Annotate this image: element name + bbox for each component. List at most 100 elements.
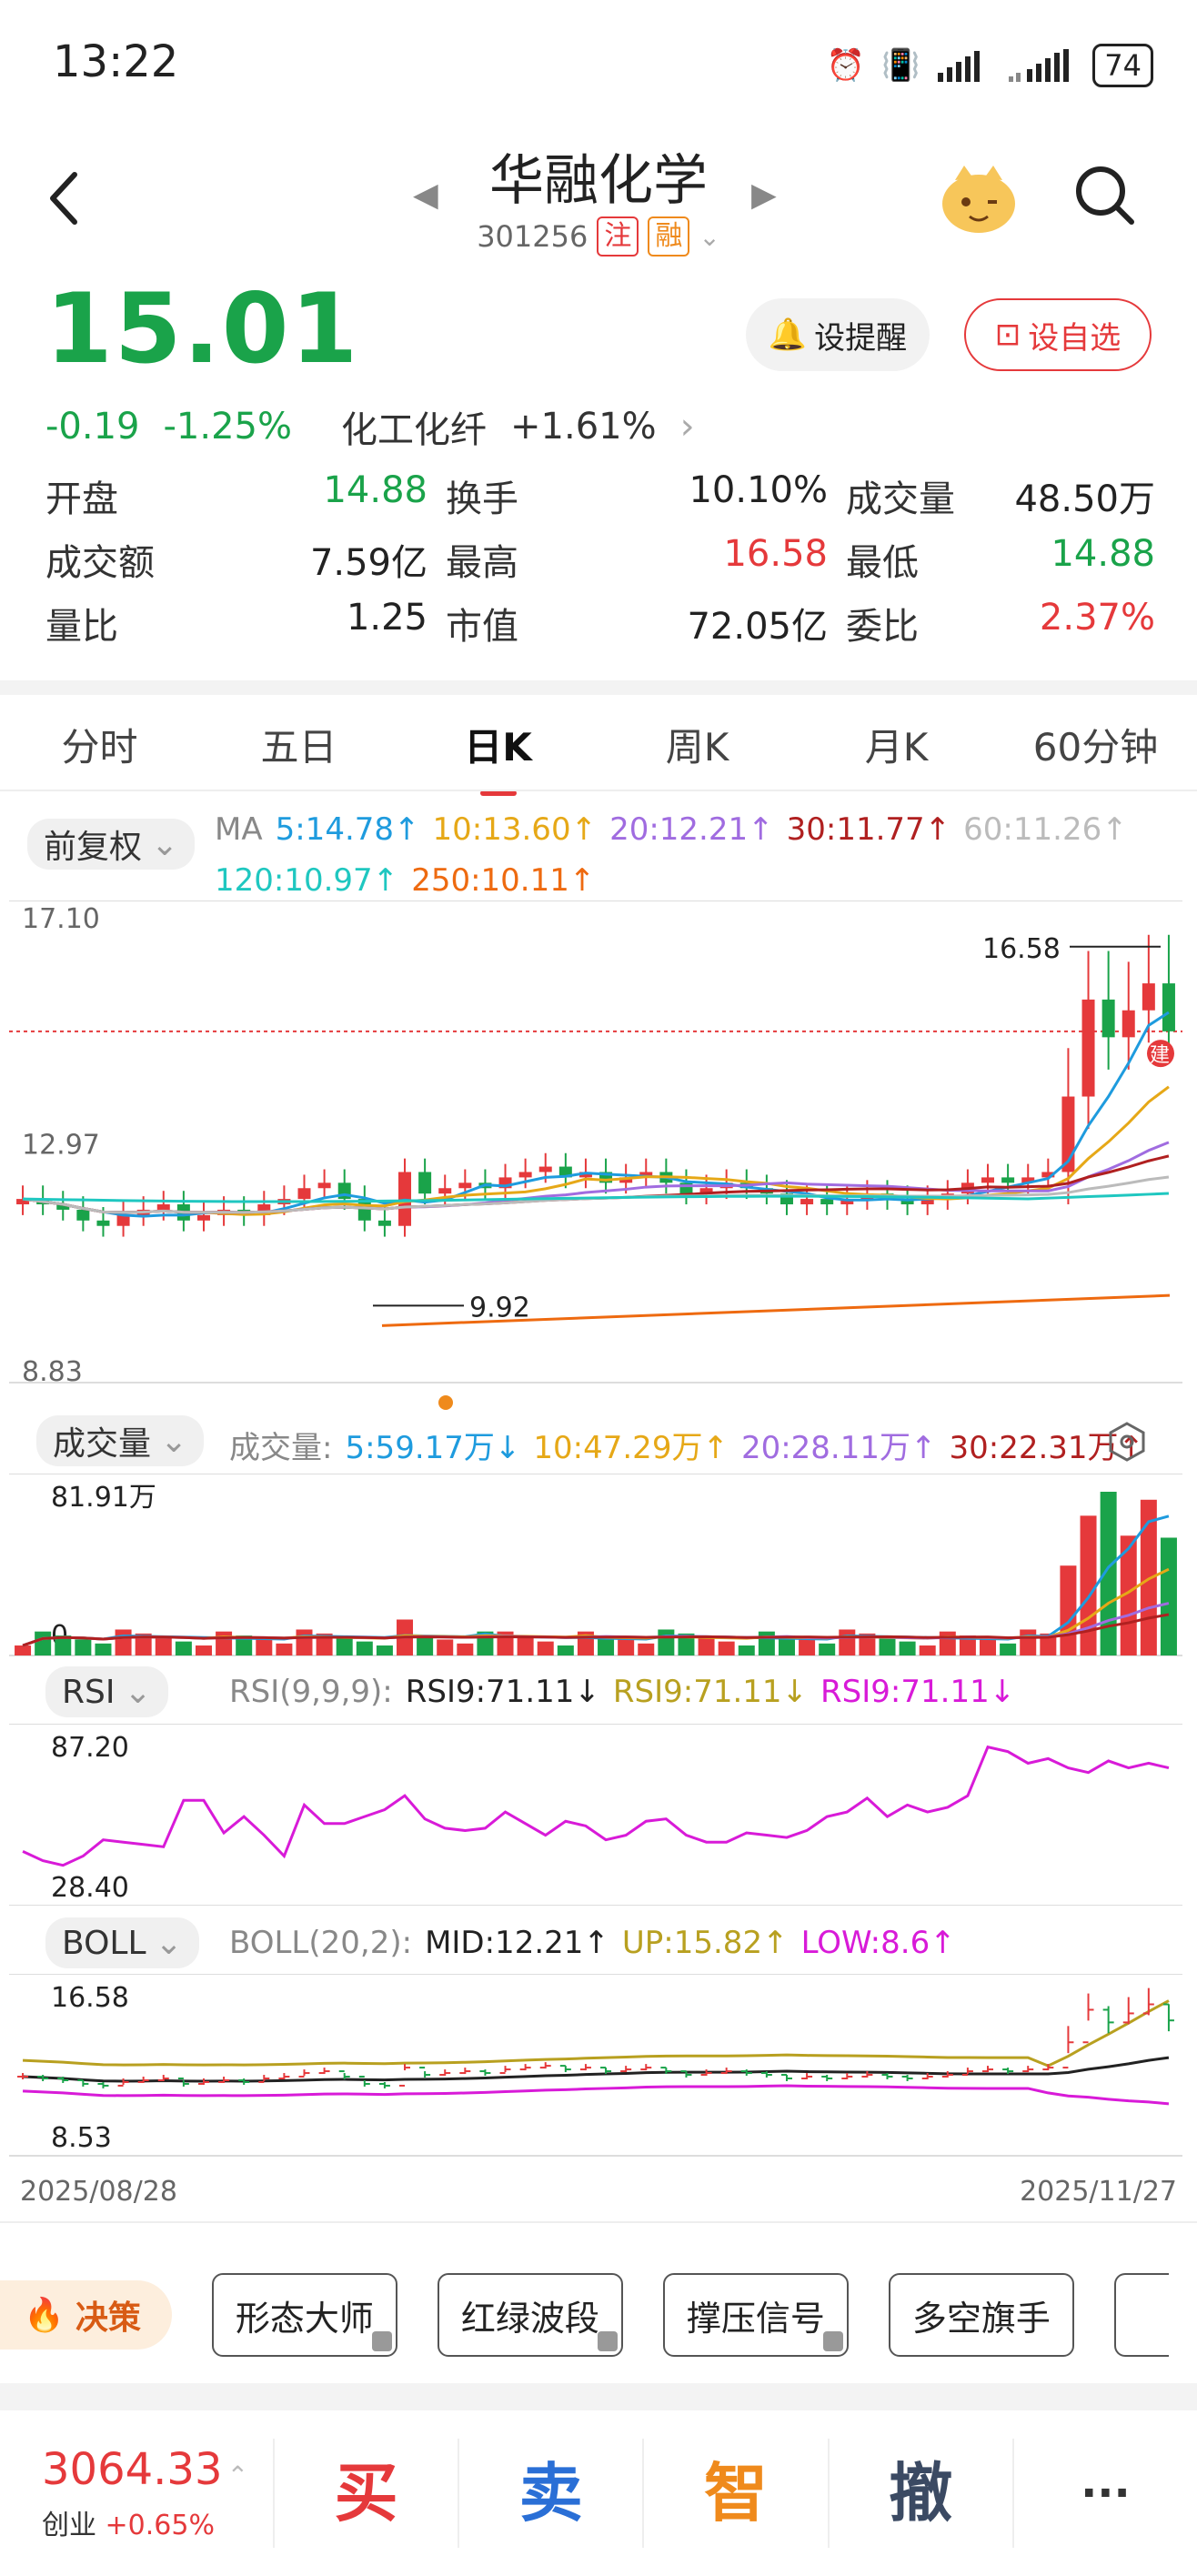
volume-bar (879, 1637, 896, 1655)
strategy-button-longshort[interactable]: 多空旗手 (888, 2273, 1074, 2357)
volume-bar (276, 1643, 293, 1655)
kline-chart[interactable]: 17.10 12.97 8.83 16.58 9.92 建 (0, 901, 1197, 1410)
boll-line (22, 2084, 1170, 2106)
adjust-selector[interactable]: 前复权 ⌄ (27, 819, 196, 870)
legend-item: LOW:8.6↑ (800, 1925, 956, 1961)
tab-0[interactable]: 分时 (0, 717, 199, 772)
quote-label: 最低 (846, 542, 919, 584)
quote-value: 14.88 (1051, 533, 1155, 575)
rsi-line (22, 1745, 1170, 1867)
bell-icon: 🔔 (768, 317, 808, 353)
volume-bar (457, 1643, 474, 1655)
tab-2[interactable]: 日K (398, 717, 598, 796)
chevron-down-icon[interactable]: ⌄ (699, 222, 719, 252)
signal2-icon (1009, 49, 1070, 82)
candle (538, 1166, 552, 1172)
ma-legend: MA 5:14.78↑ 10:13.60↑ 20:12.21↑ 30:11.77↑ 60:… (215, 811, 1179, 899)
volume-chart[interactable]: 81.91万0 (0, 1474, 1197, 1665)
volume-y-top: 81.91万 (51, 1482, 156, 1514)
add-favorite-button[interactable]: ⊡ 设自选 (964, 298, 1152, 371)
quote-label: 成交额 (45, 542, 155, 584)
flame-icon: 🔥 (24, 2297, 65, 2334)
volume-ma-line (22, 1567, 1170, 1647)
volume-bar (618, 1639, 635, 1655)
tab-3[interactable]: 周K (598, 717, 797, 772)
candle (196, 1214, 210, 1221)
candle (1162, 983, 1175, 1031)
volume-bar (15, 1645, 32, 1655)
sell-button[interactable]: 卖 (458, 2439, 642, 2548)
status-icons: ⏰ 📳 74 (827, 44, 1153, 87)
legend-item: 20:28.11万↑ (740, 1430, 937, 1466)
volume-bar (1160, 1537, 1177, 1655)
strategy-button-support[interactable]: 撑压信号 (662, 2273, 849, 2357)
volume-selector[interactable]: 成交量 ⌄ (36, 1415, 205, 1466)
candle (156, 1204, 170, 1210)
legend-item: UP:15.82↑ (621, 1925, 789, 1961)
quote-value: 16.58 (723, 533, 828, 575)
rsi-chart[interactable]: 87.20 28.40 (0, 1724, 1197, 1906)
strategy-button-more[interactable] (1113, 2273, 1169, 2357)
legend-item: 20:12.21↑ (609, 811, 774, 848)
sector-change: +1.61% (510, 406, 657, 448)
quote-cell: 委比 2.37% (846, 597, 1155, 649)
settings-hexagon-icon[interactable] (1106, 1421, 1148, 1463)
volume-bar (336, 1637, 353, 1655)
tag-registered: 注 (597, 216, 639, 257)
search-icon[interactable] (1073, 164, 1137, 227)
chevron-down-icon: ⌄ (160, 1422, 188, 1460)
more-button[interactable]: ··· (1011, 2439, 1197, 2548)
index-ticker[interactable]: 3064.33 ⌃ 创业 +0.65% (0, 2444, 273, 2542)
strategy-button-pattern[interactable]: 形态大师 (211, 2273, 397, 2357)
boll-line (22, 2056, 1170, 2083)
volume-bar (537, 1641, 554, 1655)
tab-4[interactable]: 月K (797, 717, 996, 772)
buy-button[interactable]: 买 (273, 2439, 458, 2548)
bottom-action-bar: 3064.33 ⌃ 创业 +0.65% 买 卖 智 撤 ··· (0, 2410, 1197, 2576)
candle (1101, 999, 1115, 1038)
rsi-selector[interactable]: RSI ⌄ (45, 1666, 168, 1717)
price-change: -0.19 (45, 406, 140, 448)
candle (438, 1188, 452, 1194)
boll-chart[interactable]: 16.58 8.53 (0, 1974, 1197, 2192)
set-alert-button[interactable]: 🔔 设提醒 (746, 298, 930, 371)
tab-1[interactable]: 五日 (199, 717, 398, 772)
tab-5[interactable]: 60分钟 (996, 717, 1195, 772)
legend-item: RSI9:71.11↓ (612, 1674, 809, 1710)
legend-item: RSI(9,9,9): (229, 1674, 393, 1710)
mascot-icon[interactable] (937, 160, 1021, 238)
boll-y-top: 16.58 (51, 1982, 129, 2014)
cancel-order-button[interactable]: 撤 (827, 2439, 1012, 2548)
period-tabs: 分时 五日 日K 周K 月K 60分钟 (0, 700, 1197, 796)
sector-name[interactable]: 化工化纤 (341, 400, 487, 453)
volume-ma-line (22, 1514, 1170, 1647)
quote-value: 7.59亿 (309, 542, 428, 584)
candle (981, 1177, 995, 1183)
legend-item: 5:14.78↑ (275, 811, 420, 848)
quote-cell: 最低 14.88 (846, 533, 1155, 586)
decision-badge[interactable]: 🔥 决策 (0, 2280, 172, 2350)
quote-label: 最高 (446, 542, 518, 584)
volume-bar (256, 1639, 273, 1655)
chevron-up-icon: ⌃ (226, 2460, 249, 2490)
quote-value: 2.37% (1039, 597, 1155, 639)
boll-selector[interactable]: BOLL ⌄ (45, 1917, 199, 1968)
candle (1001, 1177, 1015, 1183)
quote-cell: 成交额 7.59亿 (45, 533, 446, 586)
boll-legend: BOLL(20,2): MID:12.21↑ UP:15.82↑ LOW:8.6↑ (229, 1925, 956, 1961)
y-axis-mid: 12.97 (22, 1130, 100, 1162)
volume-bar (296, 1629, 313, 1655)
quote-grid: 开盘 14.88 换手 10.10% 成交量 48.50万 成交额 7.59亿 最高 16.58 最… (45, 464, 1155, 655)
volume-bar (417, 1635, 434, 1655)
quote-value: 48.50万 (1014, 478, 1155, 520)
ma-line (22, 1011, 1170, 1218)
strategy-button-wave[interactable]: 红绿波段 (437, 2273, 623, 2357)
index-change: +0.65% (105, 2510, 215, 2541)
quote-value: 14.88 (323, 469, 428, 511)
smart-button[interactable]: 智 (642, 2439, 827, 2548)
legend-item: 250:10.11↑ (411, 862, 596, 899)
chevron-right-icon[interactable]: › (680, 406, 695, 448)
high-label: 16.58 (982, 933, 1061, 965)
quote-cell: 最高 16.58 (446, 533, 846, 586)
legend-item: RSI9:71.11↓ (405, 1674, 600, 1710)
